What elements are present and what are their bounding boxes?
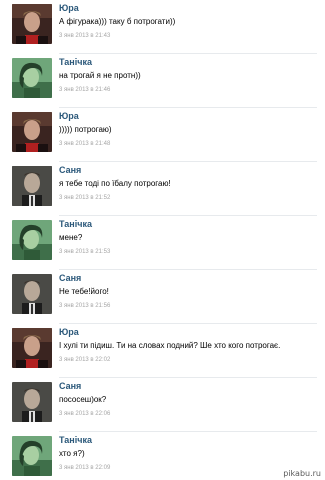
avatar-sanya[interactable] [12,166,52,206]
avatar-tanichka[interactable] [12,220,52,260]
watermark: pikabu.ru [283,469,321,478]
message-item: Танічка на трогай я не протн)) 3 янв 201… [0,54,325,108]
avatar-tanichka[interactable] [12,58,52,98]
message-date[interactable]: 3 янв 2013 в 22:06 [59,411,110,417]
message-text: на трогай я не протн)) [59,71,141,80]
avatar-tanichka[interactable] [12,436,52,476]
message-date[interactable]: 3 янв 2013 в 21:46 [59,87,110,93]
message-item: Юра А фігурака))) таку б потрогати)) 3 я… [0,0,325,54]
avatar-sanya[interactable] [12,382,52,422]
message-text: хто я?) [59,449,85,458]
message-text: Не тебе!його! [59,287,109,296]
message-author[interactable]: Юра [59,3,79,13]
message-item: Саня Не тебе!його! 3 янв 2013 в 21:56 [0,270,325,324]
avatar-yura[interactable] [12,4,52,44]
message-text: А фігурака))) таку б потрогати)) [59,17,176,26]
avatar-yura[interactable] [12,112,52,152]
avatar-sanya[interactable] [12,274,52,314]
message-text: пососеш)ок? [59,395,107,404]
message-date[interactable]: 3 янв 2013 в 21:43 [59,33,110,39]
message-date[interactable]: 3 янв 2013 в 22:02 [59,357,110,363]
message-author[interactable]: Саня [59,381,81,391]
message-author[interactable]: Саня [59,273,81,283]
message-date[interactable]: 3 янв 2013 в 21:52 [59,195,110,201]
message-text: ))))) потрогаю) [59,125,112,134]
message-date[interactable]: 3 янв 2013 в 21:56 [59,303,110,309]
message-item: Саня я тебе тоді по їбалу потрогаю! 3 ян… [0,162,325,216]
message-text: я тебе тоді по їбалу потрогаю! [59,179,171,188]
message-author[interactable]: Танічка [59,435,92,445]
message-item: Танічка хто я?) 3 янв 2013 в 22:09 [0,432,325,480]
message-author[interactable]: Юра [59,327,79,337]
message-item: Юра І хулі ти підиш. Ти на словах подний… [0,324,325,378]
avatar-yura[interactable] [12,328,52,368]
message-item: Юра ))))) потрогаю) 3 янв 2013 в 21:48 [0,108,325,162]
message-date[interactable]: 3 янв 2013 в 22:09 [59,465,110,471]
message-text: І хулі ти підиш. Ти на словах подний? Ше… [59,341,281,350]
message-text: мене? [59,233,83,242]
message-date[interactable]: 3 янв 2013 в 21:48 [59,141,110,147]
message-date[interactable]: 3 янв 2013 в 21:53 [59,249,110,255]
message-author[interactable]: Танічка [59,219,92,229]
message-author[interactable]: Саня [59,165,81,175]
message-feed: Юра А фігурака))) таку б потрогати)) 3 я… [0,0,325,480]
message-author[interactable]: Танічка [59,57,92,67]
message-author[interactable]: Юра [59,111,79,121]
message-item: Саня пососеш)ок? 3 янв 2013 в 22:06 [0,378,325,432]
message-item: Танічка мене? 3 янв 2013 в 21:53 [0,216,325,270]
